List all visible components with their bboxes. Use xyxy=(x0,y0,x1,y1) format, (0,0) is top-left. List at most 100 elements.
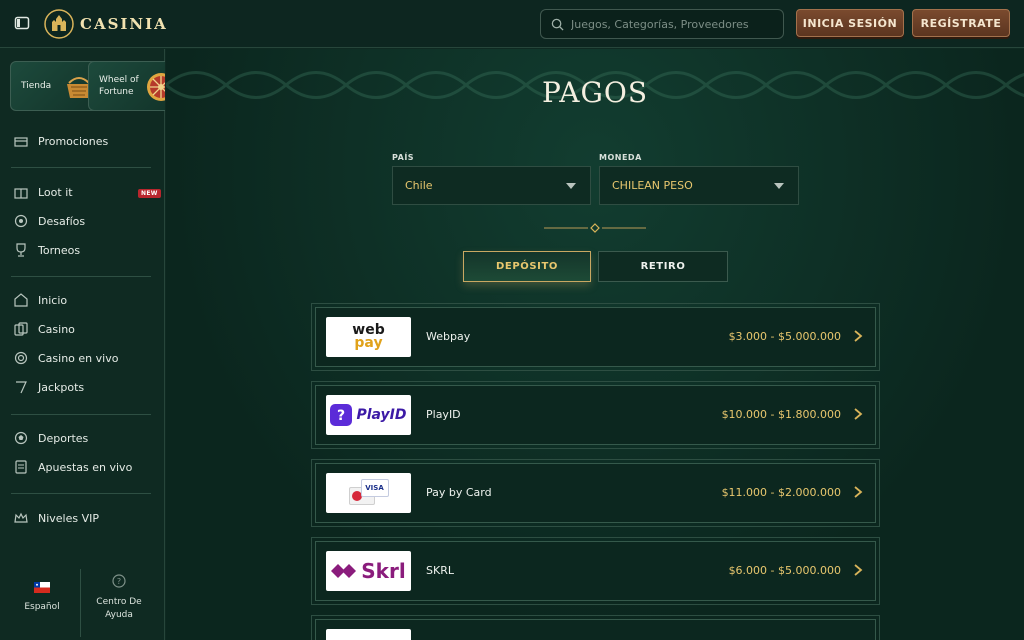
sidebar-item-casino-en-vivo[interactable]: Casino en vivo xyxy=(14,348,118,368)
sidebar-item-label: Inicio xyxy=(38,293,68,307)
sidebar-item-desafios[interactable]: Desafíos xyxy=(14,211,85,231)
divider-ornament-icon xyxy=(544,223,646,233)
sidebar-item-inicio[interactable]: Inicio xyxy=(14,290,67,310)
tab-deposito[interactable]: DEPÓSITO xyxy=(463,251,591,282)
target-icon xyxy=(14,214,28,228)
currency-select[interactable]: CHILEAN PESO xyxy=(599,166,799,205)
payment-method-row[interactable]: VISA Pay by Card $11.000 - $2.000.000 xyxy=(311,459,880,527)
sidebar-item-casino[interactable]: Casino xyxy=(14,319,75,339)
sidebar-item-label: Desafíos xyxy=(38,214,86,228)
new-badge: NEW xyxy=(138,189,161,198)
tile-wheel-of-fortune[interactable]: Wheel of Fortune xyxy=(88,61,165,111)
sidebar-item-label: Torneos xyxy=(38,243,81,257)
method-name: SKRL xyxy=(426,564,454,577)
card-logo: VISA xyxy=(326,473,411,513)
sidebar-item-apuestas-en-vivo[interactable]: Apuestas en vivo xyxy=(14,457,132,477)
payment-method-inner: VISA Pay by Card $11.000 - $2.000.000 xyxy=(315,463,876,523)
skrl-logo-text: Skrl xyxy=(361,559,406,583)
chest-icon xyxy=(14,188,28,199)
method-range: $11.000 - $2.000.000 xyxy=(721,486,841,499)
visa-logo-text: VISA xyxy=(360,479,389,497)
sidebar-item-label: Deportes xyxy=(38,431,89,445)
skrl-diamond-icon xyxy=(331,564,357,578)
logo-text: CASINIA xyxy=(80,15,168,33)
payment-method-inner: ? PlayID PlayID $10.000 - $1.800.000 xyxy=(315,385,876,445)
chevron-down-icon xyxy=(774,183,784,189)
payment-method-row[interactable] xyxy=(311,615,880,640)
home-icon xyxy=(14,293,28,307)
country-value: Chile xyxy=(405,179,433,192)
chile-flag-icon xyxy=(34,582,50,593)
page-title: PAGOS xyxy=(542,76,648,109)
footer-separator xyxy=(80,569,81,637)
sidebar-item-niveles-vip[interactable]: Niveles VIP xyxy=(14,508,99,528)
playid-logo-text: PlayID xyxy=(356,407,407,423)
currency-value: CHILEAN PESO xyxy=(612,179,693,192)
method-range: $10.000 - $1.800.000 xyxy=(721,408,841,421)
sidebar-item-label: Casino en vivo xyxy=(38,351,119,365)
sidebar-item-torneos[interactable]: Torneos xyxy=(14,240,80,260)
tab-retiro[interactable]: RETIRO xyxy=(598,251,728,282)
chevron-right-icon xyxy=(854,408,863,420)
sidebar-item-label: Niveles VIP xyxy=(38,511,100,525)
cards-icon xyxy=(14,322,28,336)
sidebar-item-label: Loot it xyxy=(38,185,73,199)
sidebar-item-jackpots[interactable]: Jackpots xyxy=(14,377,84,397)
sidebar-item-promociones[interactable]: Promociones xyxy=(14,131,108,151)
playid-logo: ? PlayID xyxy=(326,395,411,435)
gift-icon xyxy=(14,137,28,147)
method-range: $6.000 - $5.000.000 xyxy=(728,564,841,577)
sidebar-item-label: Casino xyxy=(38,322,75,336)
webpay-logo: web pay xyxy=(326,317,411,357)
webpay-logo-bottom: pay xyxy=(354,335,383,351)
sidebar-divider xyxy=(11,414,151,415)
register-button[interactable]: REGÍSTRATE xyxy=(912,9,1010,37)
currency-label: MONEDA xyxy=(599,153,642,162)
help-center-link[interactable]: ? Centro De Ayuda xyxy=(90,574,148,622)
skrl-logo: Skrl xyxy=(326,551,411,591)
search-input[interactable] xyxy=(571,17,771,31)
method-range: $3.000 - $5.000.000 xyxy=(728,330,841,343)
castle-logo-icon xyxy=(44,9,74,39)
crown-icon xyxy=(14,512,28,523)
search-icon xyxy=(551,18,564,31)
wheel-icon xyxy=(147,73,165,101)
help-label: Centro De Ayuda xyxy=(96,597,142,620)
svg-text:?: ? xyxy=(337,408,345,424)
slot-icon xyxy=(16,381,27,394)
payment-method-row[interactable]: ? PlayID PlayID $10.000 - $1.800.000 xyxy=(311,381,880,449)
payment-method-row[interactable]: Skrl SKRL $6.000 - $5.000.000 xyxy=(311,537,880,605)
ticket-icon xyxy=(15,460,27,474)
sidebar-footer: Español ? Centro De Ayuda xyxy=(0,569,165,639)
payment-method-inner: web pay Webpay $3.000 - $5.000.000 xyxy=(315,307,876,367)
payments-main: PAGOS PAÍS Chile MONEDA CHILEAN PESO DEP… xyxy=(166,49,1024,640)
tile-tienda[interactable]: Tienda xyxy=(10,61,100,111)
sidebar-item-label: Apuestas en vivo xyxy=(38,460,133,474)
login-button[interactable]: INICIA SESIÓN xyxy=(796,9,904,37)
language-selector[interactable]: Español xyxy=(18,582,66,612)
country-select[interactable]: Chile xyxy=(392,166,591,205)
sidebar-divider xyxy=(11,167,151,168)
payment-method-row[interactable]: web pay Webpay $3.000 - $5.000.000 xyxy=(311,303,880,371)
ball-icon xyxy=(14,431,28,445)
trophy-icon xyxy=(16,243,26,257)
payment-method-inner: Skrl SKRL $6.000 - $5.000.000 xyxy=(315,541,876,601)
chevron-right-icon xyxy=(854,564,863,576)
svg-text:?: ? xyxy=(117,577,121,586)
casinia-logo[interactable]: CASINIA xyxy=(44,9,168,39)
tile-tienda-label: Tienda xyxy=(21,81,52,91)
sidebar-item-loot-it[interactable]: Loot it xyxy=(14,182,73,202)
tile-wheel-label: Wheel of Fortune xyxy=(99,75,139,97)
method-name: Pay by Card xyxy=(426,486,492,499)
sidebar-divider xyxy=(11,493,151,494)
method-logo-partial xyxy=(326,629,411,640)
playid-mark-icon: ? xyxy=(330,404,353,426)
top-bar: CASINIA INICIA SESIÓN REGÍSTRATE xyxy=(0,0,1024,48)
search-box[interactable] xyxy=(540,9,784,39)
chevron-down-icon xyxy=(566,183,576,189)
sidebar-item-label: Promociones xyxy=(38,134,109,148)
sidebar: Tienda Wheel of Fortune Promociones Loot… xyxy=(0,49,165,640)
sidebar-item-deportes[interactable]: Deportes xyxy=(14,428,88,448)
payment-method-inner xyxy=(315,619,876,640)
sidebar-toggle-icon[interactable] xyxy=(14,15,30,31)
